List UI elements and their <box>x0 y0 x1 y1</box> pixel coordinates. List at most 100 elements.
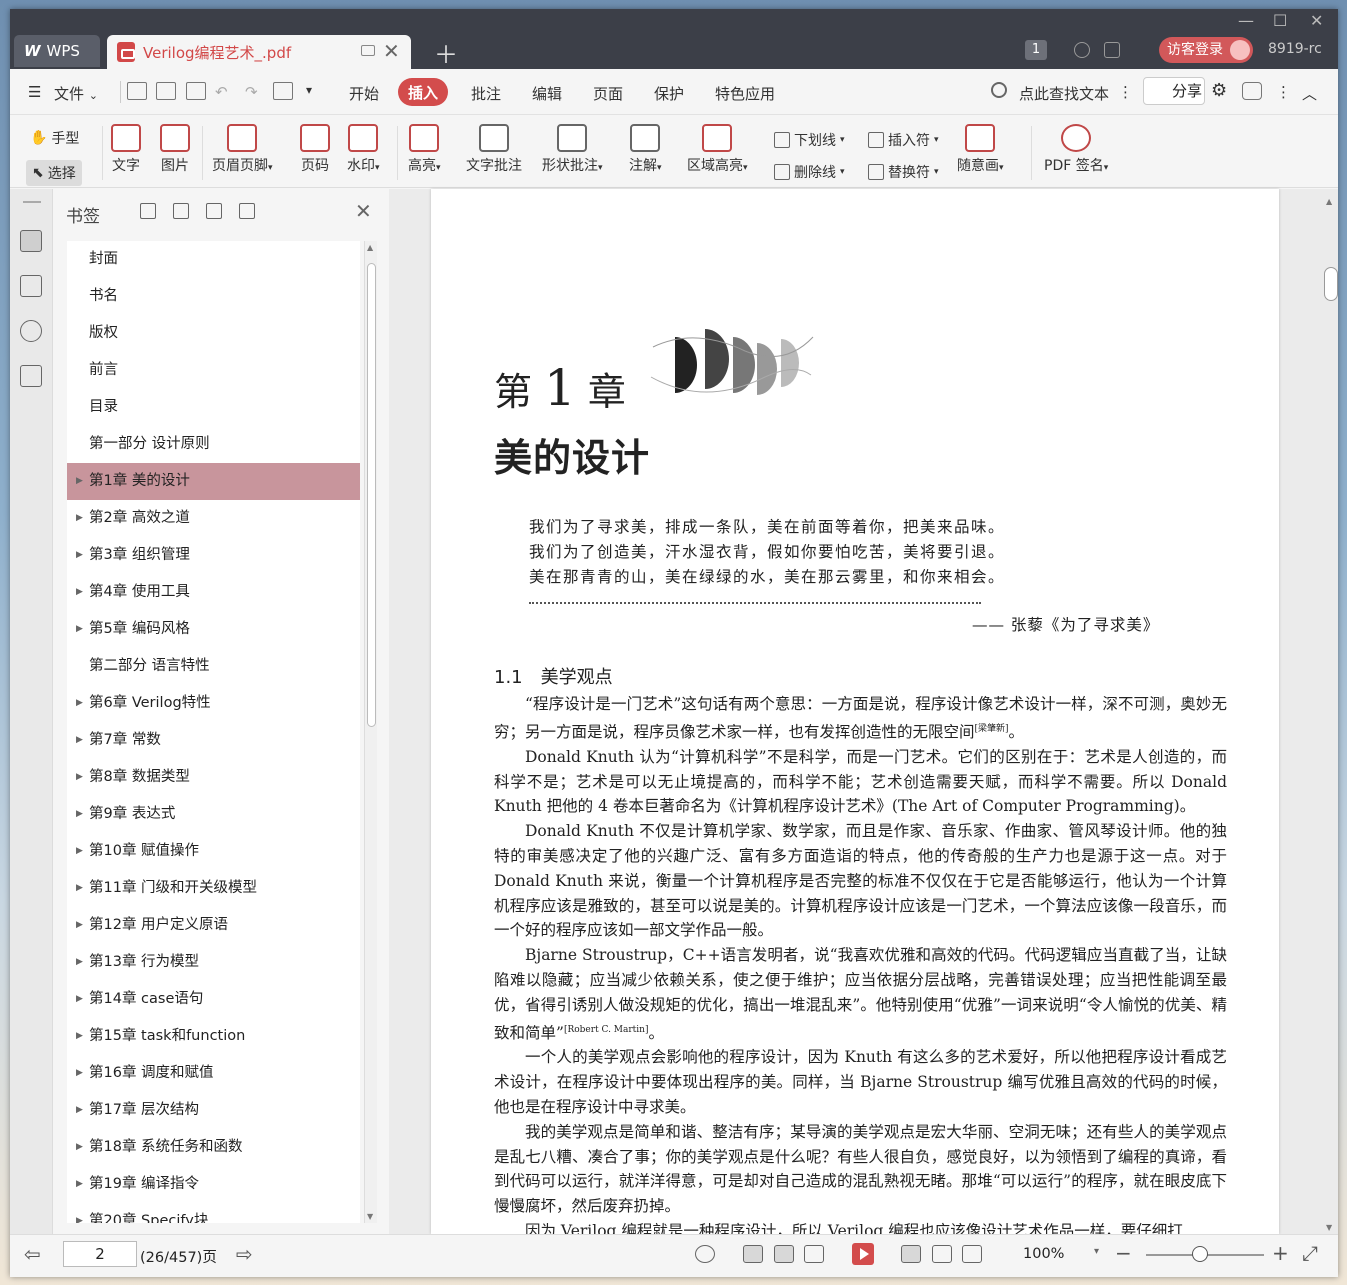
tab-comment[interactable]: 批注 <box>471 83 501 104</box>
login-button[interactable]: 访客登录 <box>1159 37 1253 63</box>
zoom-slider-knob[interactable] <box>1192 1246 1208 1262</box>
bookmark-item[interactable]: 封面 <box>67 241 360 278</box>
bookmark-item[interactable]: ▶ 第15章 task和function <box>67 1018 360 1055</box>
share-button[interactable]: 分享 <box>1143 77 1205 105</box>
skin-icon[interactable] <box>1104 42 1120 58</box>
file-menu[interactable]: 文件 ⌄ <box>54 83 98 104</box>
bookmark-scroll-thumb[interactable] <box>367 263 376 727</box>
save-icon[interactable] <box>156 82 176 100</box>
text-note-button[interactable]: 文字批注 <box>466 124 522 175</box>
expand-arrow-icon[interactable]: ▶ <box>76 870 83 907</box>
bookmark-item[interactable]: ▶ 第11章 门级和开关级模型 <box>67 870 360 907</box>
bookmark-options-icon[interactable] <box>239 203 255 219</box>
sync-icon[interactable] <box>1074 42 1090 58</box>
document-scroll-thumb[interactable] <box>1324 267 1338 301</box>
print-icon[interactable] <box>186 82 206 100</box>
page-number-button[interactable]: 页码 <box>300 124 330 175</box>
tab-edit[interactable]: 编辑 <box>532 83 562 104</box>
bookmark-item[interactable]: ▶ 第14章 case语句 <box>67 981 360 1018</box>
bookmark-item[interactable]: ▶ 第6章 Verilog特性 <box>67 685 360 722</box>
comment-button[interactable]: 注解▾ <box>629 124 662 175</box>
scroll-up-icon[interactable]: ▲ <box>367 243 373 252</box>
bookmark-item[interactable]: 书名 <box>67 278 360 315</box>
bookmark-item[interactable]: ▶ 第19章 编译指令 <box>67 1166 360 1203</box>
previous-page-icon[interactable]: ⇦ <box>24 1242 41 1266</box>
bookmark-item[interactable]: ▶ 第13章 行为模型 <box>67 944 360 981</box>
tab-special[interactable]: 特色应用 <box>715 83 775 104</box>
scroll-down-icon[interactable]: ▼ <box>367 1212 373 1221</box>
expand-arrow-icon[interactable]: ▶ <box>76 611 83 648</box>
bookmark-item[interactable]: ▶ 第2章 高效之道 <box>67 500 360 537</box>
collapse-all-icon[interactable] <box>173 203 189 219</box>
hamburger-icon[interactable]: ☰ <box>28 83 41 101</box>
expand-arrow-icon[interactable]: ▶ <box>76 500 83 537</box>
expand-arrow-icon[interactable]: ▶ <box>76 1166 83 1203</box>
more-vertical-icon[interactable]: ⋮ <box>1118 83 1133 101</box>
fit-width-icon[interactable] <box>962 1245 982 1263</box>
two-page-icon[interactable] <box>804 1245 824 1263</box>
continuous-view-icon[interactable] <box>743 1245 763 1263</box>
expand-arrow-icon[interactable]: ▶ <box>76 574 83 611</box>
bookmark-item[interactable]: ▶ 第5章 编码风格 <box>67 611 360 648</box>
zoom-dropdown-icon[interactable]: ▾ <box>1094 1246 1099 1257</box>
insert-text-button[interactable]: 文字 <box>111 124 141 175</box>
play-slideshow-icon[interactable] <box>852 1243 874 1265</box>
watermark-button[interactable]: 水印▾ <box>347 124 380 175</box>
select-tool-button[interactable]: ⬉ 选择 <box>26 160 82 186</box>
wps-home-tab[interactable]: W WPS <box>14 35 100 67</box>
collapse-ribbon-icon[interactable]: ︿ <box>1302 83 1317 104</box>
bookmark-item[interactable]: 第二部分 语言特性 <box>67 648 360 685</box>
header-footer-button[interactable]: 页眉页脚▾ <box>212 124 273 175</box>
zoom-in-icon[interactable]: + <box>1272 1241 1289 1265</box>
bookmark-item[interactable]: ▶ 第7章 常数 <box>67 722 360 759</box>
bookmark-item[interactable]: ▶ 第4章 使用工具 <box>67 574 360 611</box>
bookmark-item[interactable]: 版权 <box>67 315 360 352</box>
zoom-level[interactable]: 100% <box>1023 1246 1064 1262</box>
bookmark-item[interactable]: ▶ 第12章 用户定义原语 <box>67 907 360 944</box>
zoom-out-icon[interactable]: − <box>1115 1241 1132 1265</box>
window-count-badge[interactable]: 1 <box>1025 40 1047 60</box>
expand-arrow-icon[interactable]: ▶ <box>76 1129 83 1166</box>
redo-icon[interactable]: ↷ <box>245 83 258 101</box>
undo-icon[interactable]: ↶ <box>215 83 228 101</box>
settings-gear-icon[interactable]: ⚙ <box>1211 80 1227 101</box>
close-tab-icon[interactable]: ✕ <box>383 39 400 63</box>
page-number-input[interactable]: 2 <box>63 1241 137 1267</box>
expand-arrow-icon[interactable]: ▶ <box>76 685 83 722</box>
scroll-down-icon[interactable]: ▼ <box>1326 1223 1332 1232</box>
expand-arrow-icon[interactable]: ▶ <box>76 981 83 1018</box>
insert-image-button[interactable]: 图片 <box>160 124 190 175</box>
bookmark-item[interactable]: ▶ 第1章 美的设计 <box>67 463 360 500</box>
pdf-sign-button[interactable]: PDF 签名▾ <box>1044 124 1108 175</box>
fit-page-icon[interactable] <box>932 1245 952 1263</box>
expand-arrow-icon[interactable]: ▶ <box>76 722 83 759</box>
expand-arrow-icon[interactable]: ▶ <box>76 1203 83 1223</box>
expand-arrow-icon[interactable]: ▶ <box>76 1055 83 1092</box>
underline-button[interactable]: 下划线 ▾ <box>774 130 845 150</box>
expand-arrow-icon[interactable]: ▶ <box>76 1092 83 1129</box>
single-page-icon[interactable] <box>774 1245 794 1263</box>
bookmark-item[interactable]: ▶ 第18章 系统任务和函数 <box>67 1129 360 1166</box>
replace-mark-button[interactable]: 替换符 ▾ <box>868 162 939 182</box>
bookmark-item[interactable]: ▶ 第20章 Specify块 <box>67 1203 360 1223</box>
bookmark-item[interactable]: 前言 <box>67 352 360 389</box>
bookmark-item[interactable]: 第一部分 设计原则 <box>67 426 360 463</box>
quick-access-dropdown-icon[interactable]: ▾ <box>306 83 312 97</box>
fullscreen-icon[interactable]: ⤢ <box>1302 1241 1318 1265</box>
bookmark-scrollbar[interactable]: ▲ ▼ <box>364 241 377 1223</box>
expand-arrow-icon[interactable]: ▶ <box>76 796 83 833</box>
area-highlight-button[interactable]: 区域高亮▾ <box>687 124 748 175</box>
expand-all-icon[interactable] <box>140 203 156 219</box>
expand-arrow-icon[interactable]: ▶ <box>76 907 83 944</box>
highlight-button[interactable]: 高亮▾ <box>408 124 441 175</box>
add-bookmark-icon[interactable] <box>206 203 222 219</box>
bookmark-item[interactable]: ▶ 第17章 层次结构 <box>67 1092 360 1129</box>
search-text-button[interactable]: 点此查找文本 <box>1019 83 1109 104</box>
more-options-icon[interactable]: ⋮ <box>1276 83 1291 101</box>
tab-protect[interactable]: 保护 <box>654 83 684 104</box>
expand-arrow-icon[interactable]: ▶ <box>76 463 83 500</box>
minimize-icon[interactable]: — <box>1238 11 1254 30</box>
expand-arrow-icon[interactable]: ▶ <box>76 759 83 796</box>
bookmark-item[interactable]: 目录 <box>67 389 360 426</box>
open-folder-icon[interactable] <box>127 82 147 100</box>
